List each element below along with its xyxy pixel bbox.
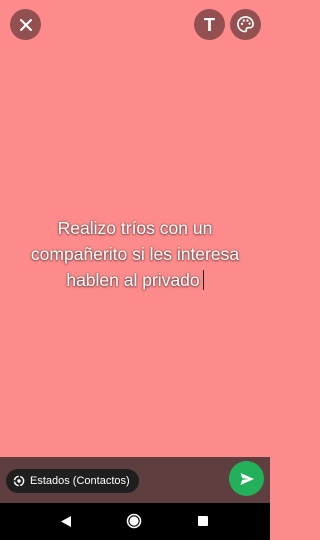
recents-button[interactable] xyxy=(195,513,211,529)
status-text-line: Realizo tríos con un xyxy=(57,218,213,238)
status-ring-icon xyxy=(13,475,25,487)
home-button[interactable] xyxy=(126,513,142,529)
back-button[interactable] xyxy=(58,513,74,529)
recents-square-icon xyxy=(198,516,208,526)
status-text-line: compañerito si les interesa xyxy=(30,244,240,264)
system-navigation-bar xyxy=(0,503,270,540)
text-tool-button[interactable]: T xyxy=(194,9,225,40)
back-triangle-icon xyxy=(61,515,71,527)
close-button[interactable] xyxy=(10,9,41,40)
send-button[interactable] xyxy=(229,461,264,496)
status-composer-bar: Estados (Contactos) xyxy=(0,457,270,503)
audience-label: Estados (Contactos) xyxy=(30,475,130,487)
close-icon xyxy=(19,18,32,31)
audience-selector[interactable]: Estados (Contactos) xyxy=(6,469,139,493)
text-cursor xyxy=(202,270,204,290)
color-palette-button[interactable] xyxy=(230,9,261,40)
status-text-line: hablen al privado xyxy=(66,270,200,290)
status-text-editor[interactable]: Realizo tríos con un compañerito si les … xyxy=(0,215,270,293)
palette-icon xyxy=(237,16,254,33)
send-arrow-icon xyxy=(240,472,254,485)
home-circle-icon xyxy=(126,513,142,529)
text-tool-icon: T xyxy=(204,14,215,35)
